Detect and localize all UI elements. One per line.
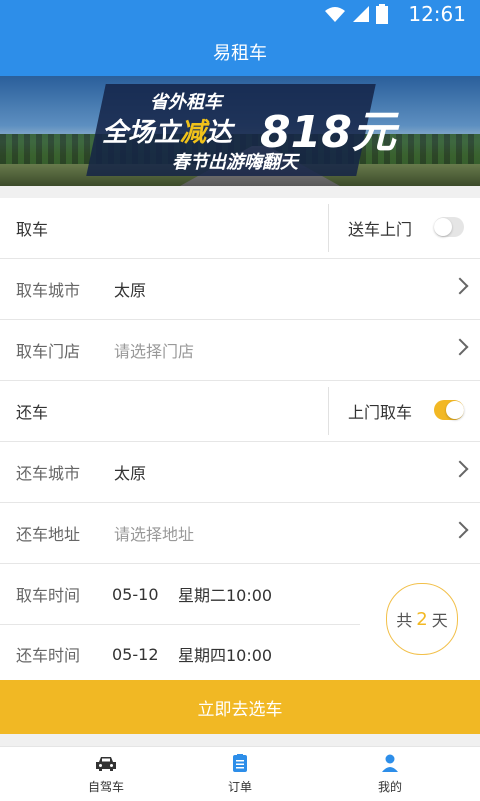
duration-suffix: 天 [431,611,448,630]
banner-line1: 省外租车 [150,92,222,113]
return-date: 05-12 [112,644,159,664]
status-icons [324,4,388,24]
wifi-icon [325,7,345,22]
pickup-time-row[interactable]: 取车时间 05-10 星期二10:00 [0,564,360,625]
banner-line2: 全场立减达 [102,112,232,149]
booking-form: 取车 送车上门 取车城市 太原 取车门店 请选择门店 还车 上门取车 还车城市 … [0,198,480,684]
return-city-row[interactable]: 还车城市 太原 [0,442,480,503]
status-bar: 12:61 [0,0,480,28]
duration-prefix: 共 [396,611,413,630]
tab-orders[interactable]: 订单 [180,753,300,795]
user-icon [381,753,399,773]
return-time-label: 还车时间 [16,646,81,665]
return-time-row[interactable]: 还车时间 05-12 星期四10:00 [0,624,360,684]
pickup-store-label: 取车门店 [16,342,81,361]
toggle-knob [446,401,464,419]
tab-mine-label: 我的 [377,780,402,794]
pickup-service-label: 上门取车 [348,403,413,422]
delivery-toggle[interactable] [434,217,464,237]
chevron-right-icon [451,338,469,356]
status-time: 12:61 [408,2,466,26]
signal-icon [353,6,369,22]
chevron-right-icon [451,521,469,539]
car-icon [95,753,117,773]
return-section-label: 还车 [16,403,49,422]
pickup-city-label: 取车城市 [16,281,81,300]
choose-car-button[interactable]: 立即去选车 [0,680,480,734]
banner-line2-highlight: 减 [180,118,207,148]
bottom-tab-bar: 自驾车 订单 我的 [0,746,480,801]
pickup-section-label: 取车 [16,220,49,239]
return-address-placeholder: 请选择地址 [114,525,195,544]
pickup-service-toggle[interactable] [434,400,464,420]
pickup-time-label: 取车时间 [16,586,81,605]
banner-line2-prefix: 全场立 [102,118,181,148]
promo-banner[interactable]: 省外租车 全场立减达 818元 春节出游嗨翻天 [0,76,480,186]
tab-self-drive[interactable]: 自驾车 [46,753,166,795]
banner-line3: 春节出游嗨翻天 [172,152,298,173]
pickup-store-placeholder: 请选择门店 [114,342,195,361]
toggle-knob [434,218,452,236]
pickup-store-row[interactable]: 取车门店 请选择门店 [0,320,480,381]
time-block: 取车时间 05-10 星期二10:00 还车时间 05-12 星期四10:00 … [0,564,480,684]
delivery-label: 送车上门 [348,220,413,239]
page-title: 易租车 [0,28,480,76]
tab-mine[interactable]: 我的 [330,753,450,795]
return-city-label: 还车城市 [16,464,81,483]
banner-line2-suffix: 达 [206,118,233,148]
pickup-city-row[interactable]: 取车城市 太原 [0,259,480,320]
duration-badge: 共 2 天 [386,583,458,655]
pickup-header-row: 取车 送车上门 [0,198,480,259]
return-header-row: 还车 上门取车 [0,381,480,442]
battery-icon [376,4,388,24]
row-divider [328,387,329,435]
chevron-right-icon [451,277,469,295]
return-address-label: 还车地址 [16,525,81,544]
duration-days: 2 [416,608,428,630]
order-icon [233,753,247,773]
return-weekday-time: 星期四10:00 [178,646,273,665]
tab-orders-label: 订单 [227,780,252,794]
return-city-value: 太原 [114,464,147,483]
tab-self-drive-label: 自驾车 [87,780,124,794]
pickup-date: 05-10 [112,584,159,604]
pickup-city-value: 太原 [114,281,147,300]
pickup-weekday-time: 星期二10:00 [178,586,273,605]
row-divider [328,204,329,252]
return-address-row[interactable]: 还车地址 请选择地址 [0,503,480,564]
chevron-right-icon [451,460,469,478]
